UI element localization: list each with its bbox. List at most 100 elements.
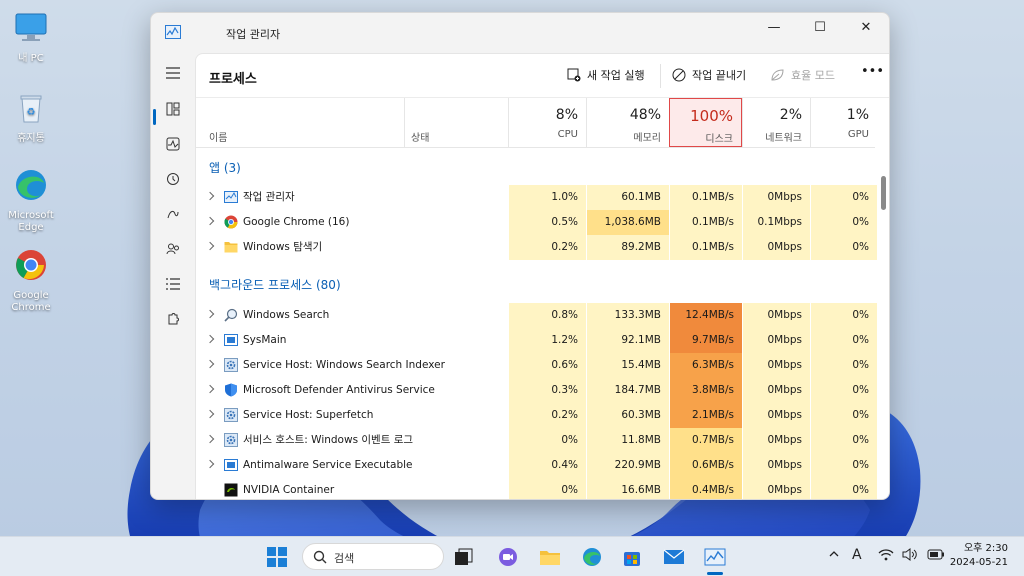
input-method-indicator[interactable]: A: [852, 547, 862, 563]
chevron-right-icon[interactable]: [205, 359, 215, 369]
efficiency-mode-button[interactable]: 효율 모드: [770, 67, 835, 83]
nav-startup-apps[interactable]: [161, 202, 185, 226]
volume-button[interactable]: [902, 548, 918, 564]
search-icon: [313, 550, 327, 564]
column-header-memory[interactable]: 48% 메모리: [586, 98, 669, 148]
chevron-right-icon[interactable]: [205, 334, 215, 344]
cell-net: 0Mbps: [742, 353, 810, 378]
hamburger-icon: [166, 67, 180, 79]
column-header-status[interactable]: 상태: [404, 98, 508, 148]
task-manager-window: 작업 관리자 — ☐ ✕ 프로세스 새 작업 실행 작업 끝내기 효율 모드 •…: [150, 12, 890, 500]
table-header: 이름 상태 8% CPU 48% 메모리 100% 디스크 2% 네트워크 1%…: [196, 98, 875, 148]
chevron-right-icon[interactable]: [205, 434, 215, 444]
desktop-icon-chrome[interactable]: Google Chrome: [4, 247, 58, 314]
task-manager-icon: [165, 25, 181, 39]
nav-processes[interactable]: [161, 97, 185, 121]
table-row[interactable]: Google Chrome (16) 0.5% 1,038.6MB 0.1MB/s 0.…: [196, 210, 877, 235]
vertical-scrollbar-thumb[interactable]: [881, 176, 886, 210]
cell-gpu: 0%: [810, 185, 877, 210]
group-header[interactable]: 백그라운드 프로세스 (80): [196, 263, 875, 300]
table-row[interactable]: Service Host: Windows Search Indexer 0.6%…: [196, 353, 877, 378]
nav-details[interactable]: [161, 272, 185, 296]
chevron-right-icon[interactable]: [205, 241, 215, 251]
column-header-name[interactable]: 이름: [196, 98, 404, 148]
table-row[interactable]: NVIDIA Container 0% 16.6MB 0.4MB/s 0Mbps 0%: [196, 478, 877, 499]
mail-icon: [663, 549, 685, 564]
windows-logo-icon: [267, 547, 287, 567]
new-task-icon: [567, 68, 581, 82]
column-header-disk[interactable]: 100% 디스크: [669, 98, 742, 147]
nav-services[interactable]: [161, 307, 185, 331]
task-view-button[interactable]: [452, 545, 476, 569]
cell-disk: 12.4MB/s: [669, 303, 742, 328]
chevron-right-icon[interactable]: [205, 409, 215, 419]
shield-icon: [225, 383, 237, 397]
show-hidden-icons-button[interactable]: [828, 548, 840, 563]
mail-button[interactable]: [662, 545, 686, 569]
toolbar-divider: [660, 64, 661, 88]
table-row[interactable]: Microsoft Defender Antivirus Service 0.3%…: [196, 378, 877, 403]
system-clock[interactable]: 오후 2:30 2024-05-21: [950, 542, 1008, 570]
battery-button[interactable]: [927, 549, 945, 563]
title-bar[interactable]: 작업 관리자 — ☐ ✕: [151, 13, 889, 53]
cell-disk: 2.1MB/s: [669, 403, 742, 428]
column-header-gpu[interactable]: 1% GPU: [810, 98, 877, 148]
chevron-right-icon[interactable]: [205, 459, 215, 469]
wifi-button[interactable]: [878, 548, 894, 564]
table-row[interactable]: 서비스 호스트: Windows 이벤트 로그 0% 11.8MB 0.7MB/s 0M…: [196, 428, 877, 453]
cell-disk: 3.8MB/s: [669, 378, 742, 403]
cell-net: 0Mbps: [742, 185, 810, 210]
taskbar-search-box[interactable]: 검색: [302, 543, 444, 570]
hamburger-menu-button[interactable]: [161, 61, 185, 85]
group-label: 앱 (3): [209, 161, 241, 175]
table-row[interactable]: Service Host: Superfetch 0.2% 60.3MB 2.1MB/…: [196, 403, 877, 428]
table-row[interactable]: Windows 탐색기 0.2% 89.2MB 0.1MB/s 0Mbps 0%: [196, 235, 877, 260]
maximize-button[interactable]: ☐: [797, 13, 843, 41]
table-row[interactable]: Antimalware Service Executable 0.4% 220.9M…: [196, 453, 877, 478]
group-header[interactable]: 앱 (3): [196, 148, 875, 185]
table-row[interactable]: Windows Search 0.8% 133.3MB 12.4MB/s 0Mbps 0%: [196, 303, 877, 328]
desktop-icon-this-pc[interactable]: 내 PC: [4, 10, 58, 65]
chevron-right-icon[interactable]: [205, 309, 215, 319]
cell-disk: 0.1MB/s: [669, 210, 742, 235]
nav-app-history[interactable]: [161, 167, 185, 191]
cell-mem: 60.3MB: [586, 403, 669, 428]
process-name: 서비스 호스트: Windows 이벤트 로그: [243, 434, 414, 446]
desktop-icon-recycle-bin[interactable]: ♻ 휴지통: [4, 90, 58, 145]
desktop-icon-edge[interactable]: Microsoft Edge: [4, 167, 58, 234]
nav-users[interactable]: [161, 237, 185, 261]
cell-disk: 0.1MB/s: [669, 185, 742, 210]
column-label: 네트워크: [765, 133, 802, 144]
column-header-network[interactable]: 2% 네트워크: [742, 98, 810, 148]
end-task-button[interactable]: 작업 끝내기: [672, 67, 746, 83]
start-button[interactable]: [265, 545, 289, 569]
minimize-button[interactable]: —: [751, 13, 797, 41]
cell-net: 0Mbps: [742, 235, 810, 260]
table-row[interactable]: 작업 관리자 1.0% 60.1MB 0.1MB/s 0Mbps 0%: [196, 185, 877, 210]
store-button[interactable]: [620, 545, 644, 569]
edge-taskbar-button[interactable]: [580, 545, 604, 569]
task-manager-taskbar-button[interactable]: [703, 545, 727, 569]
new-task-button[interactable]: 새 작업 실행: [567, 67, 645, 83]
startup-icon: [167, 210, 179, 219]
cell-cpu: 0.3%: [508, 378, 586, 403]
cell-net: 0Mbps: [742, 403, 810, 428]
column-header-cpu[interactable]: 8% CPU: [508, 98, 586, 148]
efficiency-mode-label: 효율 모드: [791, 69, 835, 82]
cell-net: 0Mbps: [742, 378, 810, 403]
chevron-right-icon[interactable]: [205, 191, 215, 201]
file-explorer-button[interactable]: [538, 545, 562, 569]
chevron-right-icon[interactable]: [205, 216, 215, 226]
table-row[interactable]: SysMain 1.2% 92.1MB 9.7MB/s 0Mbps 0%: [196, 328, 877, 353]
nav-performance[interactable]: [161, 132, 185, 156]
more-options-button[interactable]: •••: [861, 64, 884, 79]
speaker-icon: [902, 548, 917, 561]
chat-button[interactable]: [496, 545, 520, 569]
history-icon: [167, 173, 179, 185]
close-button[interactable]: ✕: [843, 13, 889, 41]
gear-icon: [224, 433, 238, 447]
cell-mem: 92.1MB: [586, 328, 669, 353]
cpu-percent: 8%: [555, 107, 578, 123]
chevron-right-icon[interactable]: [205, 384, 215, 394]
app-window-icon: [224, 334, 238, 346]
